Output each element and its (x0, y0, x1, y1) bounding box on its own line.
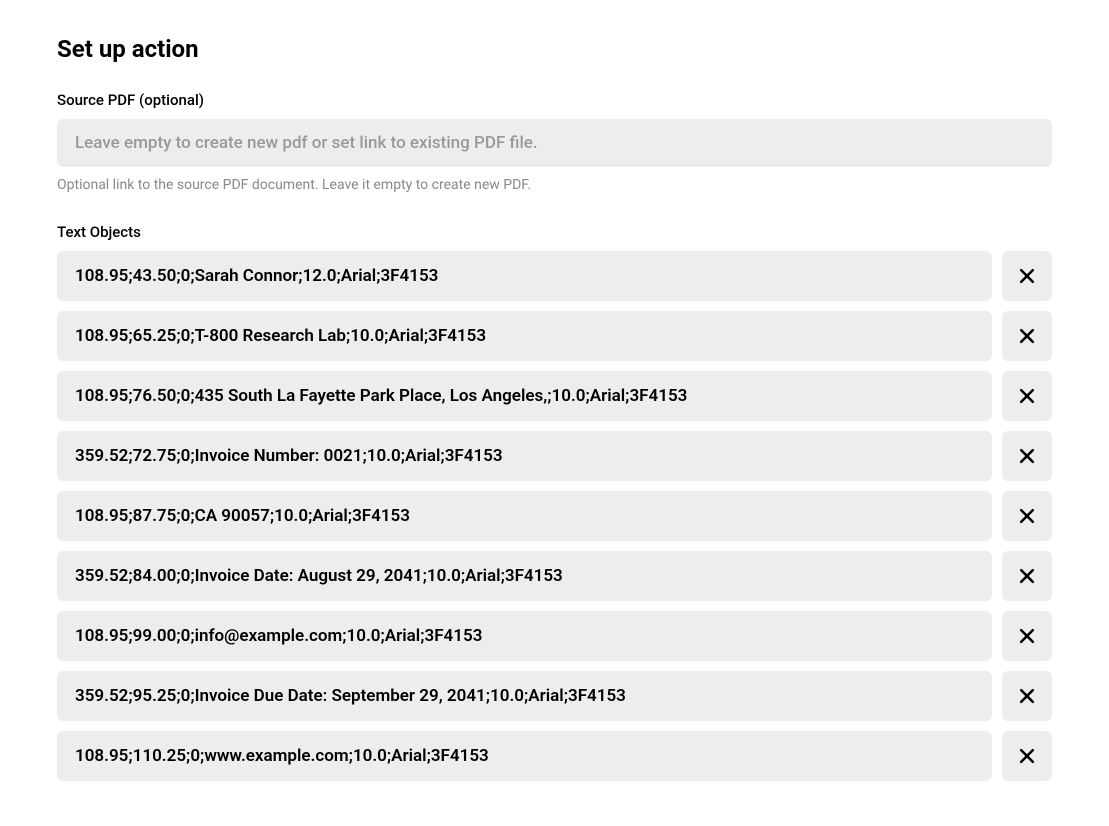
text-object-row: 359.52;95.25;0;Invoice Due Date: Septemb… (57, 671, 1052, 721)
remove-button[interactable] (1002, 551, 1052, 601)
remove-button[interactable] (1002, 671, 1052, 721)
text-object-item[interactable]: 108.95;110.25;0;www.example.com;10.0;Ari… (57, 731, 992, 781)
remove-button[interactable] (1002, 431, 1052, 481)
text-object-item[interactable]: 108.95;76.50;0;435 South La Fayette Park… (57, 371, 992, 421)
text-object-row: 359.52;72.75;0;Invoice Number: 0021;10.0… (57, 431, 1052, 481)
text-object-item[interactable]: 108.95;99.00;0;info@example.com;10.0;Ari… (57, 611, 992, 661)
close-icon (1017, 386, 1037, 406)
close-icon (1017, 266, 1037, 286)
close-icon (1017, 626, 1037, 646)
text-object-row: 108.95;87.75;0;CA 90057;10.0;Arial;3F415… (57, 491, 1052, 541)
close-icon (1017, 746, 1037, 766)
remove-button[interactable] (1002, 311, 1052, 361)
close-icon (1017, 686, 1037, 706)
remove-button[interactable] (1002, 731, 1052, 781)
text-object-row: 108.95;76.50;0;435 South La Fayette Park… (57, 371, 1052, 421)
text-object-row: 108.95;110.25;0;www.example.com;10.0;Ari… (57, 731, 1052, 781)
close-icon (1017, 506, 1037, 526)
close-icon (1017, 326, 1037, 346)
text-object-row: 359.52;84.00;0;Invoice Date: August 29, … (57, 551, 1052, 601)
text-objects-list: 108.95;43.50;0;Sarah Connor;12.0;Arial;3… (57, 251, 1052, 781)
source-pdf-label: Source PDF (optional) (57, 91, 1052, 109)
close-icon (1017, 566, 1037, 586)
page-title: Set up action (57, 35, 1052, 63)
remove-button[interactable] (1002, 371, 1052, 421)
text-object-item[interactable]: 108.95;43.50;0;Sarah Connor;12.0;Arial;3… (57, 251, 992, 301)
source-pdf-help-text: Optional link to the source PDF document… (57, 177, 1052, 193)
text-object-item[interactable]: 359.52;84.00;0;Invoice Date: August 29, … (57, 551, 992, 601)
text-objects-label: Text Objects (57, 223, 1052, 241)
remove-button[interactable] (1002, 491, 1052, 541)
text-object-row: 108.95;99.00;0;info@example.com;10.0;Ari… (57, 611, 1052, 661)
text-object-row: 108.95;43.50;0;Sarah Connor;12.0;Arial;3… (57, 251, 1052, 301)
text-object-item[interactable]: 359.52;72.75;0;Invoice Number: 0021;10.0… (57, 431, 992, 481)
text-object-item[interactable]: 108.95;65.25;0;T-800 Research Lab;10.0;A… (57, 311, 992, 361)
source-pdf-input[interactable] (57, 119, 1052, 167)
text-object-row: 108.95;65.25;0;T-800 Research Lab;10.0;A… (57, 311, 1052, 361)
remove-button[interactable] (1002, 251, 1052, 301)
text-object-item[interactable]: 359.52;95.25;0;Invoice Due Date: Septemb… (57, 671, 992, 721)
text-object-item[interactable]: 108.95;87.75;0;CA 90057;10.0;Arial;3F415… (57, 491, 992, 541)
close-icon (1017, 446, 1037, 466)
remove-button[interactable] (1002, 611, 1052, 661)
